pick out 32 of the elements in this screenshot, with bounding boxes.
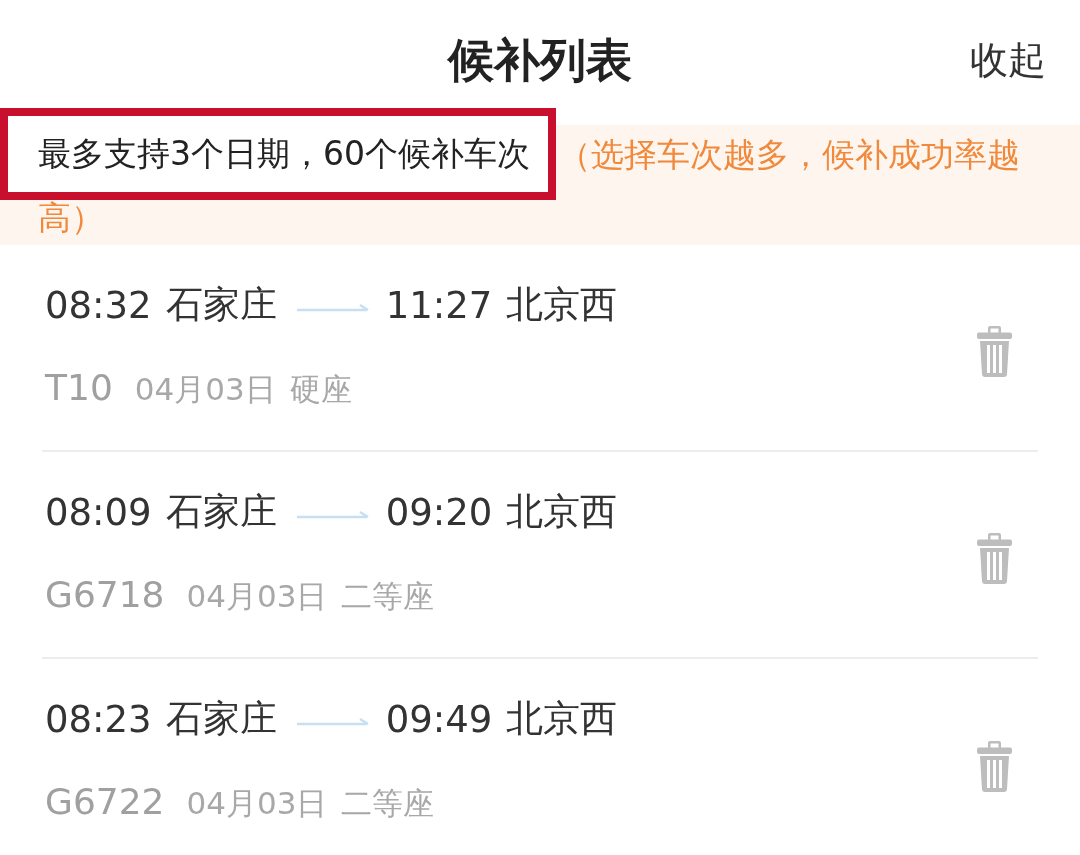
departure-time: 08:32 xyxy=(45,283,152,327)
notice-text: （选择车次越多，候补成功率越 xyxy=(558,134,1020,176)
arrival-time: 09:49 xyxy=(385,697,493,741)
departure-time: 08:09 xyxy=(45,490,152,534)
arrival-time: 09:20 xyxy=(385,490,493,534)
arrival-station: 北京西 xyxy=(506,489,618,535)
train-number: T10 xyxy=(45,366,113,408)
departure-station: 石家庄 xyxy=(165,696,277,742)
departure-station: 石家庄 xyxy=(165,282,277,328)
trash-icon[interactable] xyxy=(977,533,1012,584)
travel-date: 04月03日 xyxy=(134,370,276,409)
page-title: 候补列表 xyxy=(448,31,632,89)
departure-station: 石家庄 xyxy=(165,489,277,535)
travel-date: 04月03日 xyxy=(186,577,328,616)
seat-class: 二等座 xyxy=(341,784,435,823)
trash-icon[interactable] xyxy=(977,326,1012,377)
arrow-icon xyxy=(296,716,369,728)
departure-time: 08:23 xyxy=(45,697,152,741)
notice-text: 高） xyxy=(38,200,104,236)
arrival-time: 11:27 xyxy=(385,283,493,327)
trash-icon[interactable] xyxy=(977,741,1012,792)
seat-class: 二等座 xyxy=(341,577,435,616)
train-number: G6718 xyxy=(45,573,165,615)
travel-date: 04月03日 xyxy=(186,784,328,823)
train-number: G6722 xyxy=(45,780,165,822)
highlight-annotation: 最多支持3个日期，60个候补车次 xyxy=(0,108,556,200)
collapse-button[interactable]: 收起 xyxy=(970,35,1046,86)
arrival-station: 北京西 xyxy=(506,282,618,328)
arrival-station: 北京西 xyxy=(506,696,618,742)
seat-class: 硬座 xyxy=(289,370,352,409)
arrow-icon xyxy=(296,302,369,314)
arrow-icon xyxy=(296,509,369,521)
